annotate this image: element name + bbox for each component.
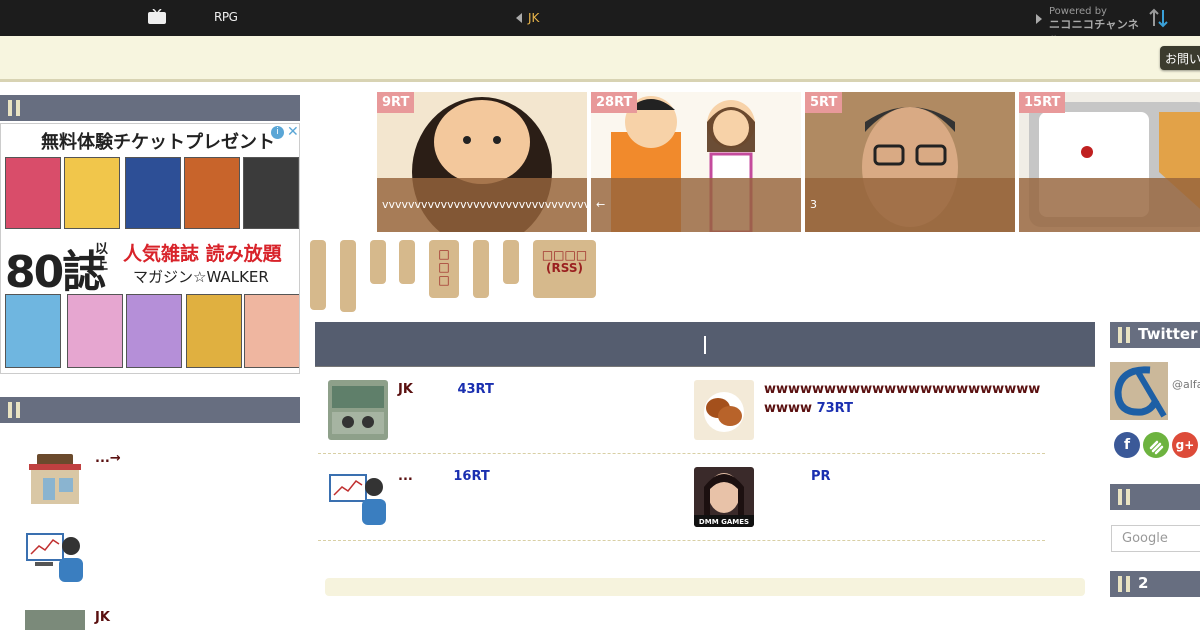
ranking-item[interactable]: wwwwwwwwwwwwwwwwwwwwwwwwwww 73RT: [694, 380, 1054, 460]
section-bars-icon: [8, 402, 22, 418]
ranking-item-title: JK 43RT: [398, 382, 494, 397]
ad-headline: 人気雑誌 読み放題: [123, 243, 282, 265]
magazine-ad[interactable]: 無料体験チケットプレゼント i ✕ 80誌 以上 人気雑誌 読み放題 マガジン☆…: [0, 123, 300, 374]
caret-right-icon: [1036, 14, 1042, 24]
magazine-cover: [186, 294, 242, 368]
ranking-item-title: wwwwwwwwwwwwwwwwwwwwwwwwwww 73RT: [764, 382, 1041, 416]
ad-title: 無料体験チケットプレゼント: [41, 132, 275, 153]
slide-caption: 3: [805, 178, 1015, 232]
slide-caption: [1019, 178, 1200, 232]
magazine-cover: [184, 157, 240, 229]
section-bars-icon: [1118, 489, 1132, 505]
section-bars-icon: [1118, 576, 1132, 592]
computer-user-thumbnail: [328, 467, 388, 527]
category-tab[interactable]: [310, 240, 326, 310]
item-divider: [318, 453, 1045, 454]
prev-channel-link[interactable]: JK: [516, 11, 539, 25]
rss-tab[interactable]: □□□□ (RSS): [533, 240, 596, 298]
retweet-count: 5RT: [805, 92, 843, 113]
jk-thumbnail[interactable]: [25, 610, 85, 630]
carousel-slide[interactable]: 28RT ←: [591, 92, 801, 232]
ranking-item-title: PR: [811, 469, 831, 484]
sidebar-item-text[interactable]: ...→: [95, 451, 121, 466]
left-section-header-2: [0, 397, 300, 423]
twitter-avatar[interactable]: [1110, 362, 1168, 420]
shokudo-illustration[interactable]: [25, 452, 85, 508]
header-band: [0, 36, 1200, 82]
category-tab[interactable]: [503, 240, 519, 284]
carousel-slide[interactable]: 5RT 3: [805, 92, 1015, 232]
magazine-cover: [125, 157, 181, 229]
slide-caption: vvvvvvvvvvvvvvvvvvvvvvvvvvvvvvvv: [377, 178, 587, 232]
ranking-item[interactable]: DMM GAMES PR: [694, 467, 1054, 547]
dmm-games-thumbnail: DMM GAMES: [694, 467, 754, 527]
magazine-cover: [67, 294, 123, 368]
ranking-header-marker: [704, 336, 706, 354]
ranking-item[interactable]: ... 16RT: [328, 467, 688, 547]
category-tab[interactable]: [399, 240, 415, 284]
magazine-cover: [243, 157, 299, 229]
magazine-cover: [126, 294, 182, 368]
caret-left-icon: [516, 13, 522, 23]
tab-glyph-icon: □ □ □: [438, 247, 450, 287]
category-tab[interactable]: □ □ □: [429, 240, 459, 298]
category-tab[interactable]: [340, 240, 356, 312]
section-2-header: 2: [1110, 571, 1200, 597]
ad-brand: マガジン☆WALKER: [133, 268, 269, 286]
facebook-icon[interactable]: f: [1114, 432, 1140, 458]
search-section-header: [1110, 484, 1200, 510]
left-section-header: [0, 95, 300, 121]
retweet-count: 9RT: [377, 92, 415, 113]
retweet-count: 15RT: [1019, 92, 1066, 113]
carousel-slide[interactable]: 15RT: [1019, 92, 1200, 232]
classroom-thumbnail: [328, 380, 388, 440]
svg-text:DMM GAMES: DMM GAMES: [699, 518, 749, 526]
contact-button[interactable]: お問い: [1160, 46, 1200, 70]
site-name[interactable]: RPG: [214, 10, 238, 24]
category-tab[interactable]: [370, 240, 386, 284]
computer-user-illustration[interactable]: [25, 528, 85, 584]
magazine-cover: [5, 294, 61, 368]
slide-caption: ←: [591, 178, 801, 232]
rss-tab-label: (RSS): [546, 261, 583, 275]
twitter-section-title: Twitter: [1138, 325, 1198, 343]
ranking-item[interactable]: JK 43RT: [328, 380, 688, 460]
ad-big-suffix: 以上: [95, 242, 109, 273]
sort-arrows-icon[interactable]: [1148, 8, 1170, 28]
rss-tab-glyphs: □□□□: [541, 248, 588, 262]
magazine-cover: [244, 294, 299, 368]
carousel-slide[interactable]: 9RT vvvvvvvvvvvvvvvvvvvvvvvvvvvvvvvv: [377, 92, 587, 232]
ad-big-number: 80誌: [5, 247, 106, 298]
tv-icon[interactable]: [148, 9, 166, 25]
section-bars-icon: [8, 100, 22, 116]
twitter-section-header: Twitter: [1110, 322, 1200, 348]
feedly-icon[interactable]: [1143, 432, 1169, 458]
google-search-input[interactable]: Google: [1111, 525, 1200, 552]
feedly-glyph: [1149, 440, 1164, 455]
ranking-item-title: ... 16RT: [398, 469, 490, 484]
ad-close-icon[interactable]: ✕: [287, 124, 299, 140]
more-box[interactable]: [325, 578, 1085, 596]
google-plus-icon[interactable]: g+: [1172, 432, 1198, 458]
magazine-cover: [5, 157, 61, 229]
item-divider: [318, 540, 1045, 541]
section-bars-icon: [1118, 327, 1132, 343]
fried-chicken-thumbnail: [694, 380, 754, 440]
twitter-handle[interactable]: @alfa: [1172, 378, 1200, 391]
ad-info-icon[interactable]: i: [271, 126, 284, 139]
niconico-channel-link[interactable]: Powered by ニコニコチャンネル: [1034, 6, 1144, 47]
section-2-title: 2: [1138, 574, 1149, 592]
sidebar-item-text[interactable]: JK: [95, 610, 110, 625]
retweet-count: 28RT: [591, 92, 638, 113]
magazine-cover: [64, 157, 120, 229]
prev-channel-label: JK: [528, 11, 540, 25]
top-bar: RPG JK Powered by ニコニコチャンネル: [0, 0, 1200, 47]
category-tab[interactable]: [473, 240, 489, 298]
